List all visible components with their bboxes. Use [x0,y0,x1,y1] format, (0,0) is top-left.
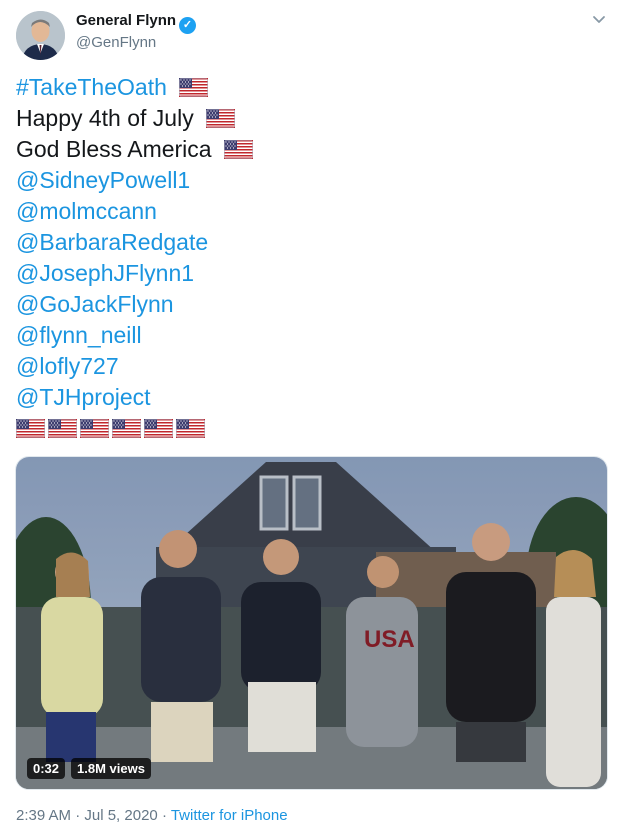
chevron-down-icon[interactable] [589,10,609,30]
mention-link[interactable]: @molmccann [16,198,157,224]
video-views: 1.8M views [71,758,151,779]
video-duration: 0:32 [27,758,66,779]
tweet-line-blessing: God Bless America [16,136,212,162]
mention-link[interactable]: @JosephJFlynn1 [16,260,194,286]
us-flag-icon [176,419,205,438]
mention-link[interactable]: @BarbaraRedgate [16,229,208,255]
us-flag-icon [144,419,173,438]
us-flag-icon [224,140,253,159]
mention-link[interactable]: @SidneyPowell1 [16,167,190,193]
us-flag-icon [48,419,77,438]
flag-row [16,413,606,444]
author-handle[interactable]: @GenFlynn [76,34,156,51]
us-flag-icon [206,109,235,128]
mention-link[interactable]: @flynn_neill [16,322,142,348]
us-flag-icon [80,419,109,438]
video-player[interactable]: USA 0:32 1.8M views [15,456,608,790]
hashtag-link[interactable]: #TakeTheOath [16,74,167,100]
us-flag-icon [16,419,45,438]
tweet-text: #TakeTheOath Happy 4th of July God Bless… [16,72,606,444]
tweet-source[interactable]: Twitter for iPhone [171,807,288,824]
us-flag-icon [179,78,208,97]
avatar[interactable] [16,11,65,60]
author-name[interactable]: General Flynn ✓ [76,12,197,34]
meta-separator: · [161,807,167,824]
author-name-text: General Flynn [76,12,177,29]
tweet-timestamp[interactable]: 2:39 AM · Jul 5, 2020 [16,807,158,824]
mention-link[interactable]: @GoJackFlynn [16,291,174,317]
tweet-card: General Flynn ✓ @GenFlynn #TakeTheOath Ha… [0,0,623,831]
mention-link[interactable]: @lofly727 [16,353,119,379]
us-flag-icon [112,419,141,438]
tweet-line-greeting: Happy 4th of July [16,105,194,131]
tweet-meta: 2:39 AM · Jul 5, 2020 · Twitter for iPho… [16,807,288,824]
video-thumbnail: USA [16,457,607,789]
verified-badge-icon: ✓ [179,17,197,34]
mention-link[interactable]: @TJHproject [16,384,151,410]
